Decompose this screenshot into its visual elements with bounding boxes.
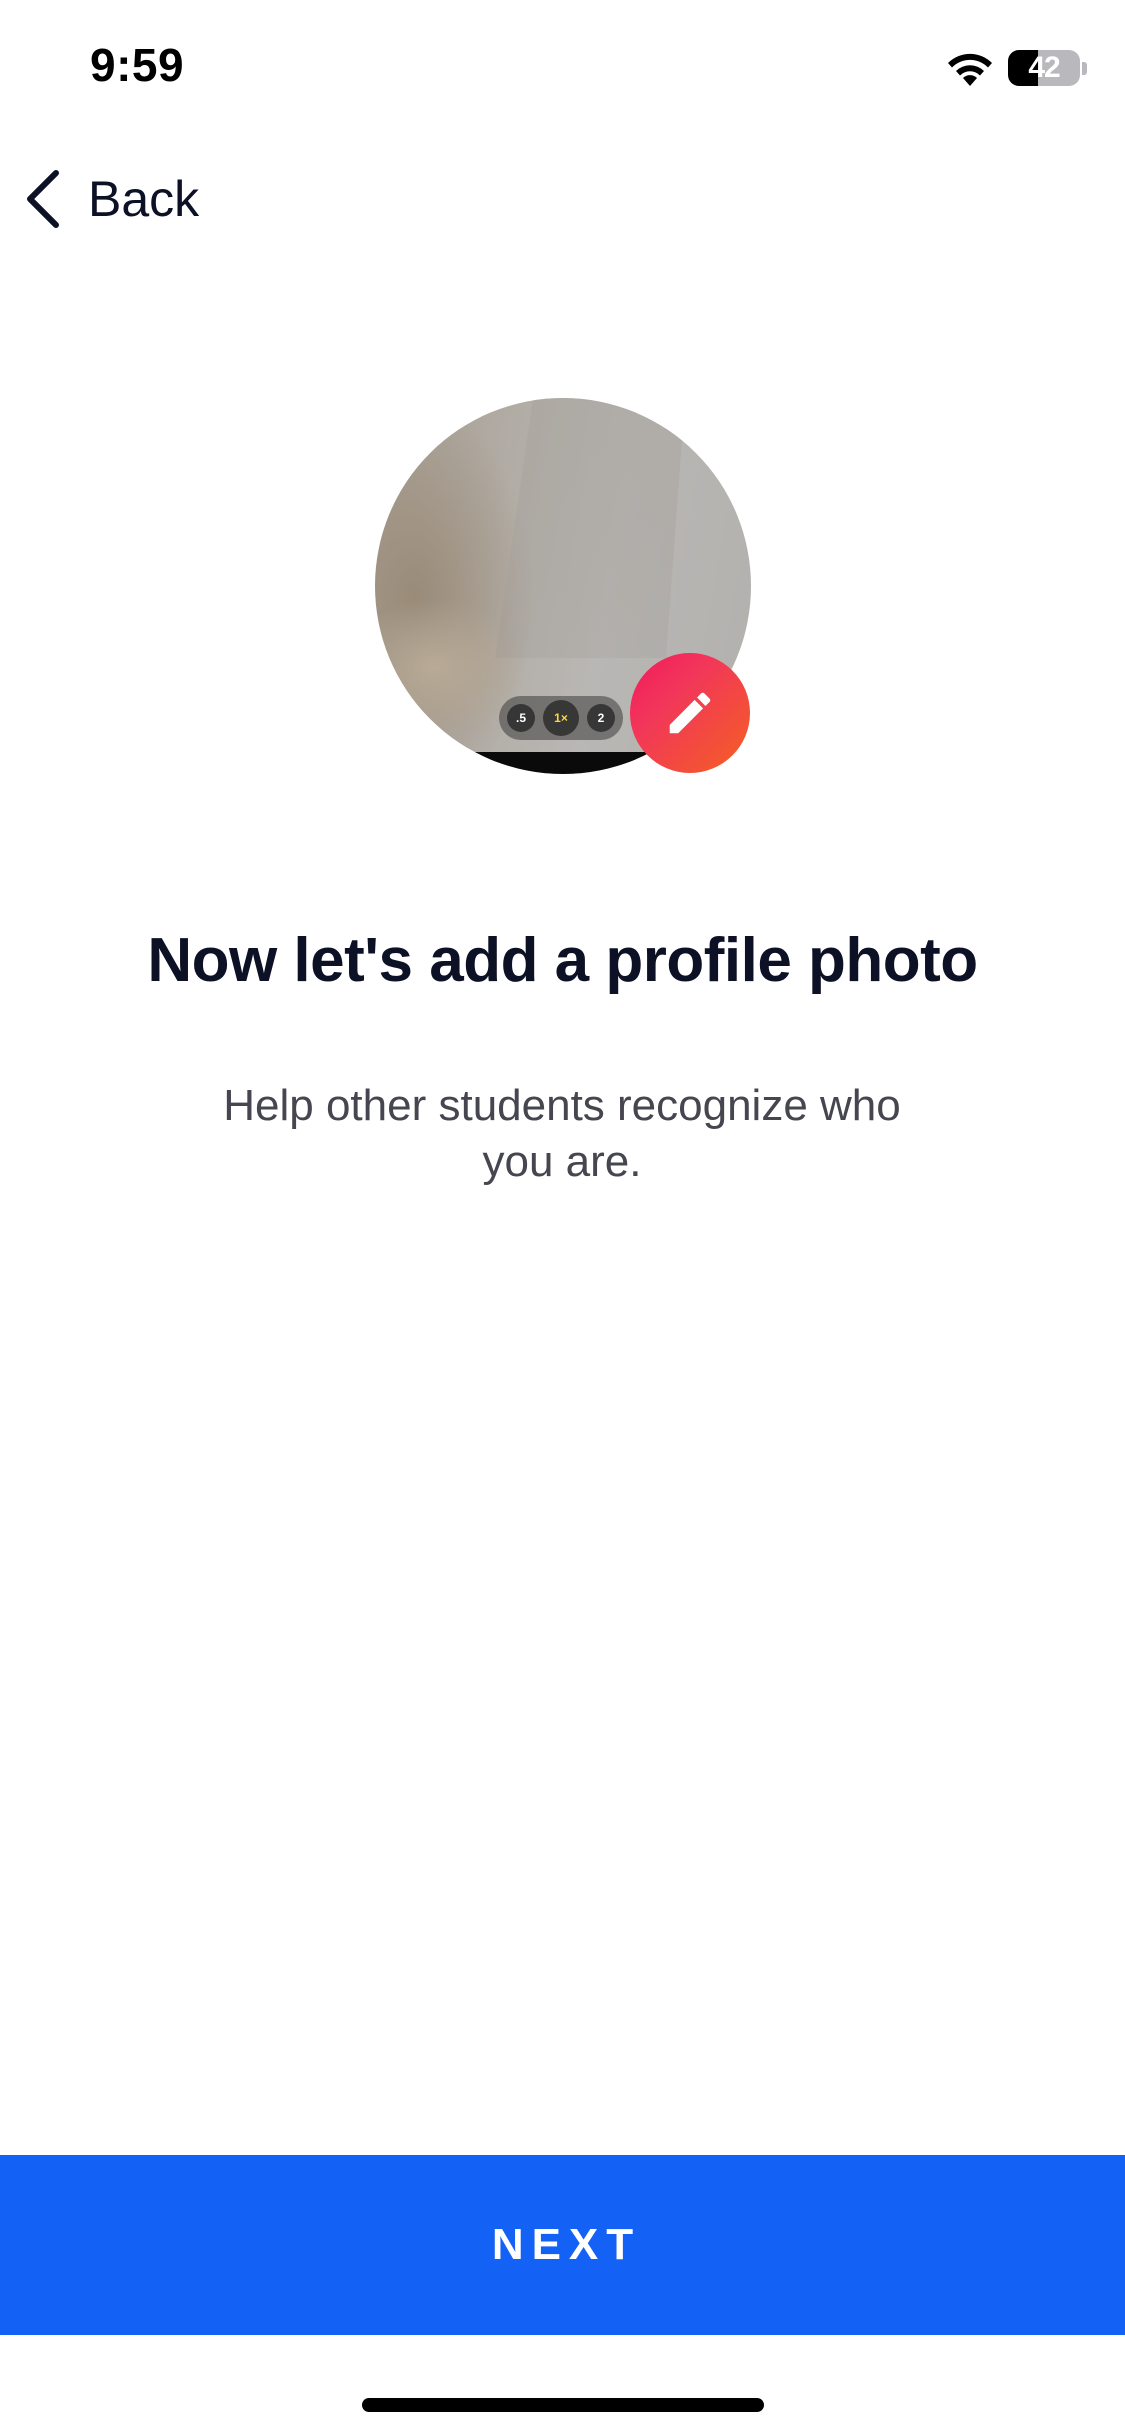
pencil-icon — [669, 692, 711, 734]
status-time: 9:59 — [90, 39, 185, 91]
back-button[interactable]: Back — [22, 160, 199, 238]
back-label: Back — [88, 171, 200, 227]
edit-photo-button[interactable] — [630, 653, 750, 773]
home-indicator[interactable] — [362, 2398, 764, 2412]
zoom-selector: .5 1× 2 — [499, 696, 623, 740]
battery-cap — [1082, 62, 1087, 75]
battery-icon: 42 — [1008, 50, 1080, 86]
zoom-option-1x[interactable]: 1× — [543, 700, 579, 736]
chevron-left-icon — [27, 170, 59, 228]
status-bar: 9:59 42 — [0, 0, 1125, 135]
wifi-icon — [948, 53, 992, 86]
zoom-option-2x[interactable]: 2 — [587, 704, 615, 732]
next-button[interactable]: NEXT — [0, 2155, 1125, 2335]
next-label: NEXT — [491, 2220, 642, 2269]
zoom-option-half[interactable]: .5 — [507, 704, 535, 732]
battery-level: 42 — [1028, 51, 1060, 84]
page-title: Now let's add a profile photo — [147, 926, 978, 995]
page-subtitle: Help other students recognize who you ar… — [223, 1081, 901, 1186]
camera-feed-shade — [495, 398, 685, 658]
